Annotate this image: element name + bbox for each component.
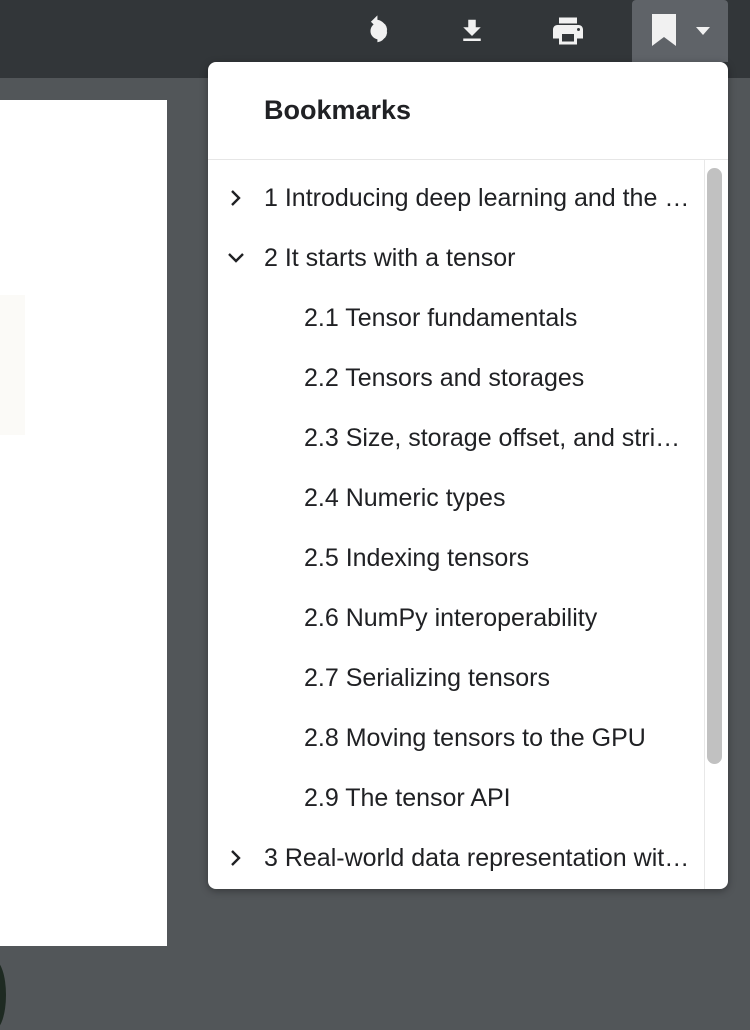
pdf-page — [0, 100, 167, 1030]
bookmarks-header: Bookmarks — [208, 62, 728, 160]
bookmark-item[interactable]: 2.6 NumPy interoperability — [208, 588, 704, 648]
bookmarks-list: 1 Introducing deep learning and the PyTo… — [208, 160, 704, 889]
rotate-button[interactable] — [344, 0, 408, 62]
bookmark-label: 2.4 Numeric types — [304, 484, 506, 512]
bookmark-label: 2.9 The tensor API — [304, 784, 511, 812]
bookmark-item[interactable]: 2.2 Tensors and storages — [208, 348, 704, 408]
bookmark-label: 2.6 NumPy interoperability — [304, 604, 598, 632]
scrollbar-thumb[interactable] — [707, 168, 722, 764]
print-button[interactable] — [536, 0, 600, 62]
bookmark-label: 1 Introducing deep learning and the PyTo… — [264, 184, 696, 212]
caret-down-icon — [695, 26, 711, 36]
bookmark-label: 2 It starts with a tensor — [264, 244, 516, 272]
bookmarks-button[interactable] — [632, 0, 728, 62]
bookmark-label: 2.3 Size, storage offset, and strides — [304, 424, 684, 452]
bookmark-label: 2.2 Tensors and storages — [304, 364, 585, 392]
bookmark-icon — [650, 14, 678, 46]
bookmark-item[interactable]: 1 Introducing deep learning and the PyTo… — [208, 168, 704, 228]
page-graphic — [0, 960, 6, 1030]
bookmark-item[interactable]: 2.9 The tensor API — [208, 768, 704, 828]
bookmark-label: 3 Real-world data representation with te… — [264, 844, 696, 872]
chevron-right-icon[interactable] — [225, 847, 247, 869]
bookmark-item[interactable]: 2.8 Moving tensors to the GPU — [208, 708, 704, 768]
bookmarks-title: Bookmarks — [264, 95, 412, 125]
bookmark-label: 2.7 Serializing tensors — [304, 664, 550, 692]
bookmark-label: 2.1 Tensor fundamentals — [304, 304, 578, 332]
bookmark-item[interactable]: 2 It starts with a tensor — [208, 228, 704, 288]
bookmark-item[interactable]: 2.7 Serializing tensors — [208, 648, 704, 708]
bookmark-item[interactable]: 2.5 Indexing tensors — [208, 528, 704, 588]
chevron-down-icon[interactable] — [225, 247, 247, 269]
bookmark-label: 2.8 Moving tensors to the GPU — [304, 724, 646, 752]
bookmark-item[interactable]: 2.1 Tensor fundamentals — [208, 288, 704, 348]
rotate-icon — [359, 14, 393, 48]
bookmark-item[interactable]: 2.4 Numeric types — [208, 468, 704, 528]
bookmark-item[interactable]: 3 Real-world data representation with te… — [208, 828, 704, 888]
bookmarks-scrollbar[interactable] — [704, 160, 728, 889]
download-icon — [457, 15, 487, 47]
bookmark-item[interactable]: 2.3 Size, storage offset, and strides — [208, 408, 704, 468]
bookmark-label: 2.5 Indexing tensors — [304, 544, 530, 572]
download-button[interactable] — [440, 0, 504, 62]
print-icon — [549, 13, 587, 49]
bookmarks-panel: Bookmarks 1 Introducing deep learning an… — [208, 62, 728, 889]
chevron-right-icon[interactable] — [225, 187, 247, 209]
page-figure-area — [0, 295, 25, 435]
